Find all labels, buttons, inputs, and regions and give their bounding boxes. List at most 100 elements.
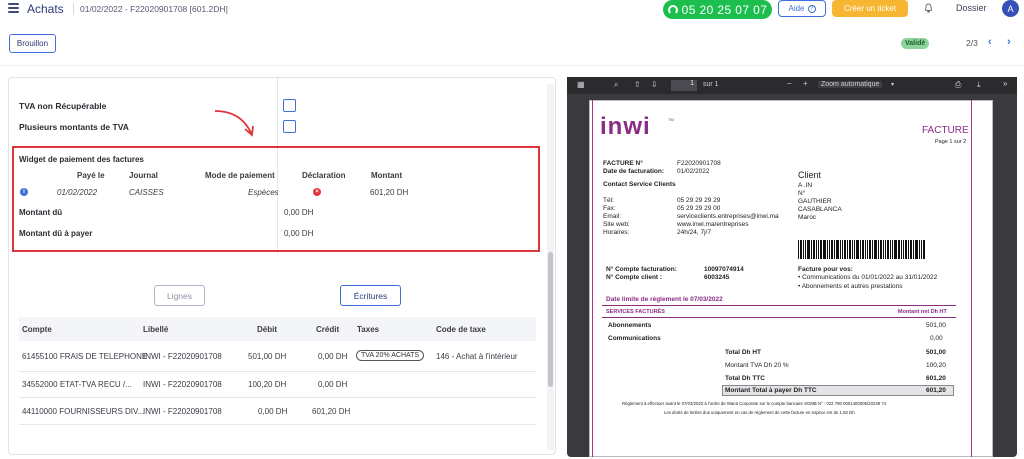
invoice-no-label: FACTURE N° <box>603 160 643 167</box>
barcode-bar <box>892 240 893 259</box>
pager-count: 2/3 <box>966 38 978 48</box>
header-code-taxe: Code de taxe <box>436 325 486 334</box>
barcode-bar <box>829 240 830 259</box>
avatar[interactable]: A <box>1002 0 1019 17</box>
multi-tva-checkbox[interactable] <box>283 120 296 133</box>
bell-icon[interactable] <box>924 3 933 13</box>
zoom-select[interactable]: Zoom automatique <box>818 81 883 88</box>
barcode-bar <box>898 240 900 259</box>
more-tools-icon[interactable]: » <box>1003 79 1007 88</box>
phone-number: 05 20 25 07 07 <box>681 2 768 17</box>
zoom-in-icon[interactable]: + <box>803 79 808 88</box>
scrollbar-thumb[interactable] <box>548 252 553 387</box>
header-taxes: Taxes <box>357 325 380 334</box>
col-montant: Montant <box>371 171 403 180</box>
payment-mode: Espèces <box>248 188 279 197</box>
barcode-bar <box>800 240 802 259</box>
barcode-bar <box>878 240 879 259</box>
client-line: N° <box>798 190 806 197</box>
row3-libelle: INWI - F22020901708 <box>143 407 222 416</box>
invoice-no: F22020901708 <box>677 160 721 167</box>
create-ticket-button[interactable]: Créer un ticket <box>832 0 908 17</box>
widget-title: Widget de paiement des factures <box>19 155 144 164</box>
barcode-bar <box>905 240 907 259</box>
abonnements-value: 501,00 <box>926 322 946 329</box>
due-date: Date limite de règlement le 07/03/2022 <box>606 296 723 303</box>
barcode <box>798 240 926 259</box>
question-icon: ? <box>807 4 816 13</box>
facture-pour-vos: Facture pour vos: <box>798 266 853 273</box>
page-input[interactable]: 1 <box>671 80 697 91</box>
barcode-bar <box>805 240 806 259</box>
barcode-bar <box>890 240 891 259</box>
ecritures-button[interactable]: Écritures <box>340 285 401 306</box>
email-value: serviceclients.entreprises@inwi.ma <box>677 213 779 220</box>
barcode-bar <box>823 240 826 259</box>
tva-non-recuperable-checkbox[interactable] <box>283 99 296 112</box>
next-page-icon[interactable]: ⇩ <box>651 80 658 89</box>
arrow-annotation-icon <box>214 110 254 137</box>
chevron-right-icon[interactable]: › <box>1007 36 1011 48</box>
prev-page-icon[interactable]: ⇧ <box>634 80 641 89</box>
barcode-bar <box>887 240 889 259</box>
page-border-line <box>971 100 972 457</box>
phone-button[interactable]: 05 20 25 07 07 <box>663 0 772 19</box>
billing-account: 10097074914 <box>704 266 744 273</box>
client-line: GAUTHIER <box>798 198 832 205</box>
divider <box>73 3 74 15</box>
barcode-bar <box>869 240 871 259</box>
barcode-bar <box>831 240 833 259</box>
barcode-bar <box>894 240 897 259</box>
remove-icon[interactable]: × <box>313 188 321 196</box>
page-border-line <box>592 100 593 457</box>
barcode-bar <box>903 240 904 259</box>
barcode-bar <box>836 240 839 259</box>
barcode-bar <box>840 240 841 259</box>
menu-icon[interactable] <box>8 3 19 13</box>
row2-compte: 34552000 ETAT-TVA RECU /... <box>22 380 132 389</box>
headset-icon <box>667 4 678 15</box>
row1-debit: 501,00 DH <box>248 352 287 361</box>
tel-label: Tél: <box>603 197 614 204</box>
barcode-bar <box>813 240 815 259</box>
chevron-left-icon[interactable]: ‹ <box>988 36 992 48</box>
search-icon[interactable]: ⌕ <box>614 80 618 90</box>
total-ht-value: 501,00 <box>926 349 946 356</box>
client-account-label: N° Compte client : <box>606 274 663 281</box>
row1-code: 146 - Achat à l'intérieur <box>436 352 518 361</box>
barcode-bar <box>901 240 902 259</box>
tva-non-recuperable-label: TVA non Récupérable <box>19 101 107 111</box>
row-divider <box>19 397 536 398</box>
barcode-bar <box>811 240 812 259</box>
montant-du-value: 0,00 DH <box>284 208 314 217</box>
dossier-menu[interactable]: Dossier <box>956 3 987 13</box>
page-count: sur 1 <box>703 81 719 88</box>
barcode-bar <box>816 240 817 259</box>
barcode-bar <box>913 240 914 259</box>
print-icon[interactable]: ⎙ <box>955 80 961 90</box>
row3-compte: 44110000 FOURNISSEURS DIV... <box>22 407 145 416</box>
row-divider <box>19 424 536 425</box>
hours-label: Horaires: <box>603 229 630 236</box>
zoom-out-icon[interactable]: − <box>787 79 792 88</box>
site-value: www.inwi.ma/entreprises <box>677 221 749 228</box>
barcode-bar <box>862 240 864 259</box>
barcode-bar <box>874 240 877 259</box>
tax-tag[interactable]: TVA 20% ACHATS <box>356 350 425 361</box>
total-pay-label: Montant Total à payer Dh TTC <box>725 387 817 394</box>
sidebar-toggle-icon[interactable]: ▦ <box>577 80 585 89</box>
fax-value: 05 29 29 29 00 <box>677 205 721 212</box>
brouillon-button[interactable]: Brouillon <box>9 34 56 53</box>
site-label: Site web: <box>603 221 630 228</box>
tva-label: Montant TVA Dh 20 % <box>725 362 789 369</box>
help-button[interactable]: Aide? <box>778 0 826 17</box>
invoice-date: 01/02/2022 <box>677 168 710 175</box>
info-icon[interactable]: i <box>20 188 28 196</box>
payment-journal: CAISSES <box>129 188 164 197</box>
status-badge: Validé <box>901 38 930 49</box>
payment-amount: 601,20 DH <box>370 188 409 197</box>
client-account: 6003245 <box>704 274 730 281</box>
lignes-button[interactable]: Lignes <box>154 285 205 306</box>
divider <box>0 65 1024 66</box>
download-icon[interactable]: ⤓ <box>977 80 981 90</box>
